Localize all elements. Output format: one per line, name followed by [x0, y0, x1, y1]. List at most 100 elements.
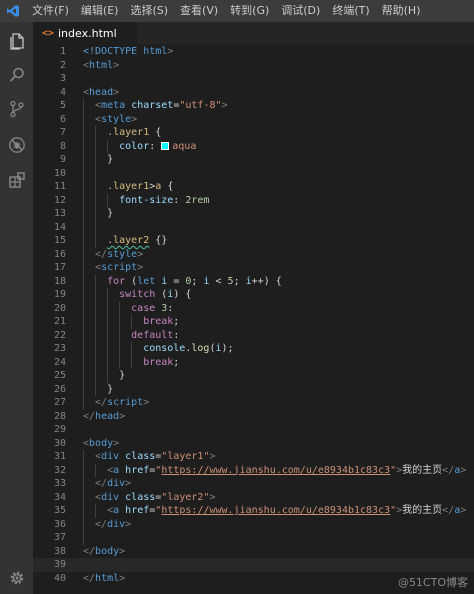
code-line[interactable]: 6 <style>	[33, 112, 474, 126]
indent-guide	[95, 153, 97, 167]
code-line[interactable]: 26}	[33, 382, 474, 397]
tab-index-html[interactable]: <> index.html	[33, 22, 137, 44]
indent-guide	[107, 315, 109, 329]
code-text: .layer2 {}	[107, 234, 167, 248]
code-line[interactable]: 16 </style>	[33, 247, 474, 261]
code-line[interactable]: 22 default:	[33, 328, 474, 342]
code-token: <	[209, 275, 228, 287]
code-editor[interactable]: 1 <!DOCTYPE html> 2 <html> 3 4 <head> 5 <meta ch…	[33, 44, 474, 594]
menu-terminal[interactable]: 终端(T)	[326, 0, 375, 22]
code-text: <!DOCTYPE html>	[83, 45, 173, 59]
code-token: href	[125, 505, 150, 516]
code-line[interactable]: 30 <body>	[33, 437, 474, 451]
indent-guide	[107, 328, 109, 342]
indent-guide	[119, 355, 121, 369]
code-token: :	[167, 302, 174, 314]
code-token: div	[107, 518, 126, 530]
line-number: 28	[53, 410, 66, 422]
indent-guide	[83, 153, 84, 167]
code-token: for	[107, 275, 126, 287]
code-line[interactable]: 33 </div>	[33, 477, 474, 491]
explorer-icon[interactable]	[0, 24, 33, 57]
code-line[interactable]: 17 <script>	[33, 261, 474, 275]
code-token: ++) {	[251, 275, 282, 287]
code-line[interactable]: 24 break;	[33, 355, 474, 369]
settings-gear-icon[interactable]	[0, 561, 33, 594]
code-line[interactable]: 38 </body>	[33, 545, 474, 559]
debug-icon[interactable]	[0, 128, 33, 161]
code-line[interactable]: 13}	[33, 207, 474, 221]
menu-go[interactable]: 转到(G)	[224, 0, 275, 22]
code-token: >	[113, 86, 120, 98]
indent-guide	[131, 342, 133, 356]
indent-guide	[83, 490, 84, 504]
code-line[interactable]: 8 color: aqua	[33, 139, 474, 154]
indent-guide	[95, 504, 97, 518]
code-line[interactable]: 1 <!DOCTYPE html>	[33, 45, 474, 59]
indent-guide	[95, 355, 97, 369]
indent-guide	[119, 342, 121, 356]
menu-file[interactable]: 文件(F)	[26, 0, 75, 22]
code-text: }	[107, 383, 113, 397]
indent-guide	[83, 396, 84, 410]
menu-view[interactable]: 查看(V)	[174, 0, 224, 22]
extensions-icon[interactable]	[0, 163, 33, 196]
code-line[interactable]: 36 </div>	[33, 517, 474, 531]
code-line[interactable]: 15 .layer2 {}	[33, 234, 474, 248]
indent-guide	[83, 342, 84, 356]
color-swatch[interactable]	[161, 141, 170, 150]
code-token: (	[155, 289, 168, 300]
line-number: 6	[59, 113, 66, 125]
indent-guide	[83, 139, 84, 153]
code-token: class	[125, 451, 156, 462]
code-line[interactable]: 11 .layer1>a {	[33, 180, 474, 194]
code-text: .layer1 {	[107, 126, 161, 140]
code-line[interactable]: 25}	[33, 369, 474, 383]
code-line[interactable]: 5 <meta charset="utf-8">	[33, 99, 474, 113]
code-token: div	[107, 478, 126, 489]
indent-guide	[95, 288, 97, 302]
code-line[interactable]: 10	[33, 166, 474, 180]
code-line[interactable]: 19 switch (i) {	[33, 288, 474, 302]
menu-debug[interactable]: 调试(D)	[275, 0, 326, 22]
line-number: 7	[59, 127, 66, 138]
code-line[interactable]: 9}	[33, 153, 474, 167]
code-text: </body>	[83, 545, 125, 559]
line-number: 19	[53, 289, 66, 300]
code-line[interactable]: 27 </script>	[33, 396, 474, 410]
code-line[interactable]: 20 case 3:	[33, 301, 474, 315]
code-line[interactable]: 18 for (let i = 0; i < 5; i++) {	[33, 274, 474, 288]
code-token: (	[125, 275, 138, 287]
code-line[interactable]: 37	[33, 531, 474, 545]
indent-guide	[107, 369, 109, 383]
code-line[interactable]: 2 <html>	[33, 59, 474, 73]
line-number: 35	[53, 505, 66, 516]
code-line[interactable]: 4 <head>	[33, 86, 474, 100]
code-line[interactable]: 7 .layer1 {	[33, 126, 474, 140]
indent-guide	[83, 220, 84, 234]
line-number: 29	[53, 424, 66, 435]
code-line[interactable]: 23 console.log(i);	[33, 342, 474, 356]
code-line[interactable]: 39	[33, 558, 474, 572]
code-line[interactable]: 3	[33, 72, 474, 86]
menu-selection[interactable]: 选择(S)	[124, 0, 174, 22]
code-line[interactable]: 12 font-size: 2rem	[33, 193, 474, 207]
code-text: color: aqua	[119, 140, 196, 154]
code-line[interactable]: 34 <div class="layer2">	[33, 490, 474, 504]
search-icon[interactable]	[0, 58, 33, 91]
code-line[interactable]: 31 <div class="layer1">	[33, 450, 474, 464]
source-control-icon[interactable]	[0, 92, 33, 125]
code-line[interactable]: 14	[33, 220, 474, 234]
code-token: :	[173, 194, 186, 206]
code-line[interactable]: 35 <a href="https://www.jianshu.com/u/e89…	[33, 504, 474, 518]
code-line[interactable]: 21 break;	[33, 315, 474, 329]
code-line[interactable]: 32 <a href="https://www.jianshu.com/u/e89…	[33, 463, 474, 477]
code-line[interactable]: 28 </head>	[33, 410, 474, 424]
menu-edit[interactable]: 编辑(E)	[75, 0, 125, 22]
line-number: 22	[53, 329, 66, 341]
code-token: div	[101, 491, 120, 503]
code-line[interactable]: 29	[33, 423, 474, 437]
indent-guide	[107, 193, 109, 207]
html-file-icon: <>	[42, 27, 55, 39]
menu-help[interactable]: 帮助(H)	[376, 0, 427, 22]
